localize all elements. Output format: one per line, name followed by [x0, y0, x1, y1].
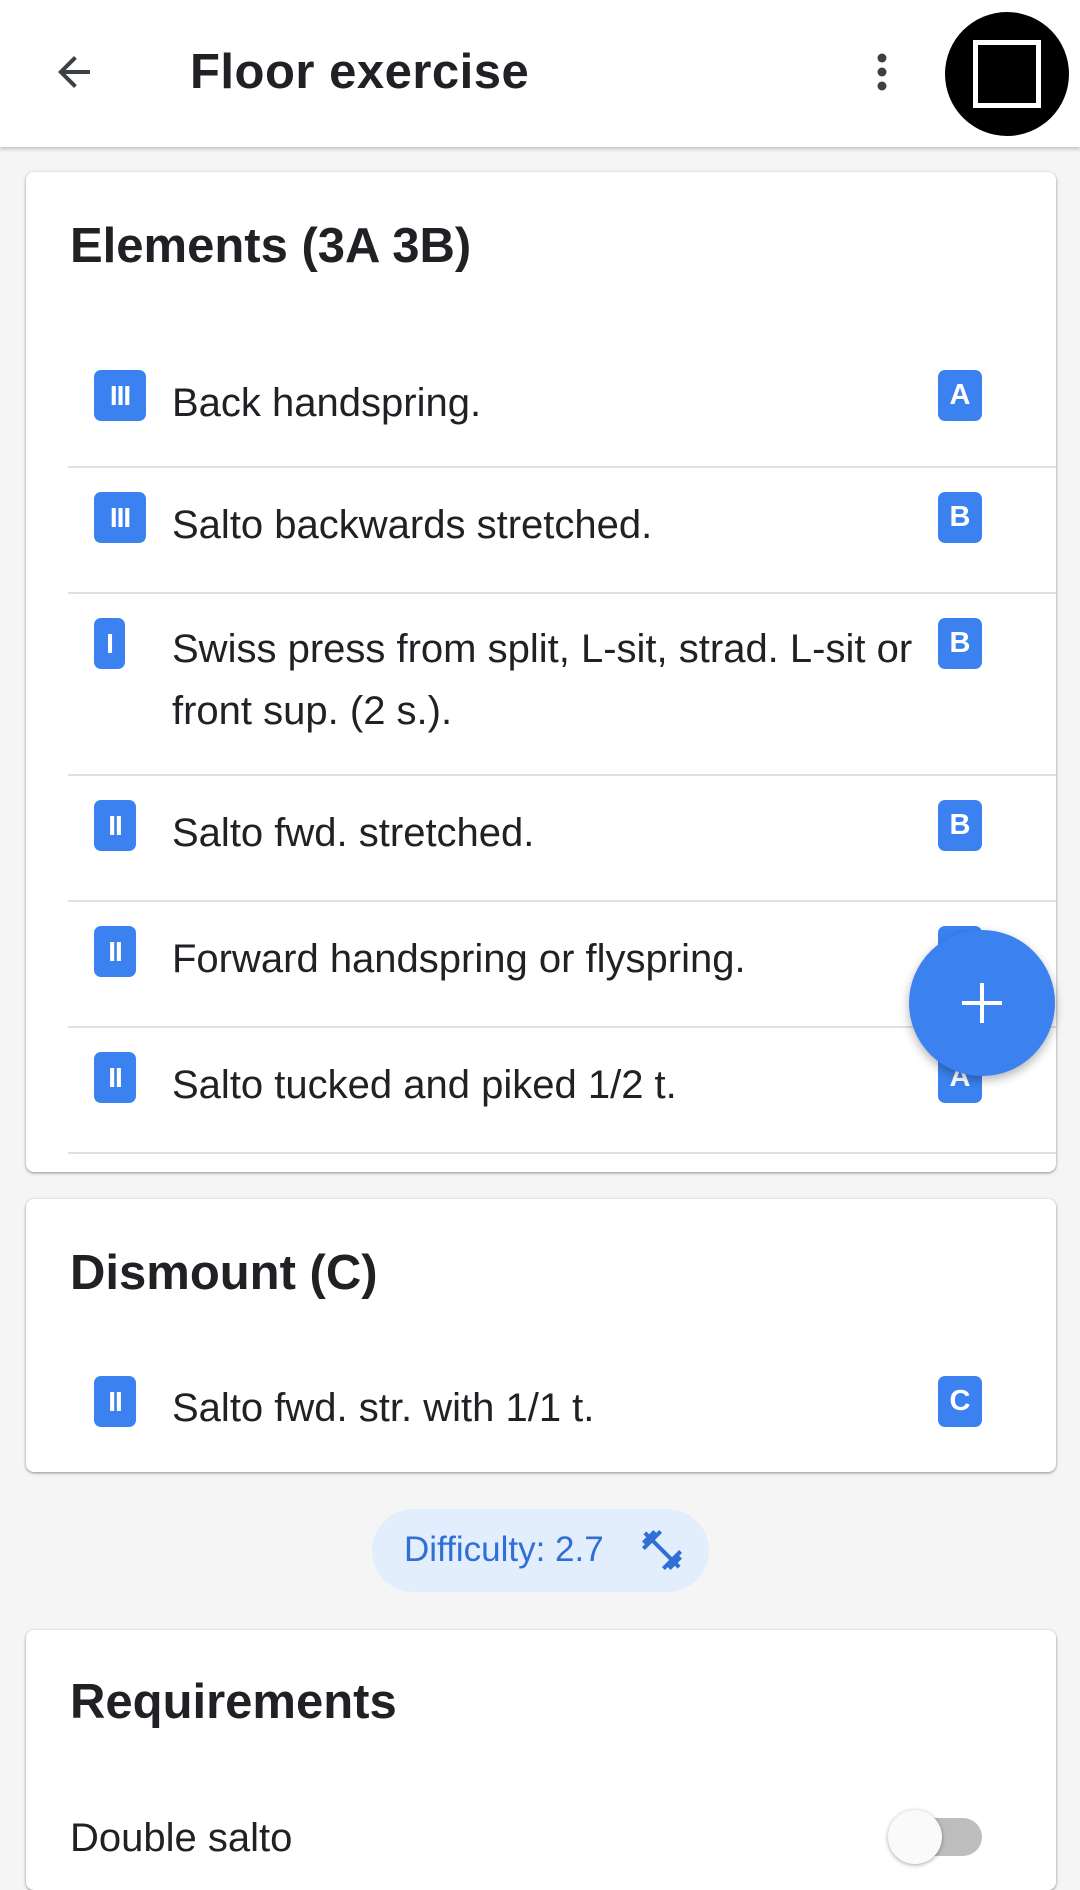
element-text: Salto backwards stretched.: [172, 503, 653, 547]
requirements-card-title: Requirements: [70, 1675, 397, 1729]
fitness-dumbbell-icon: [642, 1530, 682, 1570]
requirement-label: Double salto: [70, 1816, 293, 1860]
app-bar: Floor exercise: [0, 0, 1080, 147]
page-title: Floor exercise: [190, 45, 530, 99]
difficulty-label: Difficulty: 2.7: [404, 1530, 604, 1569]
group-badge: II: [94, 1052, 136, 1103]
back-button[interactable]: [38, 36, 110, 108]
element-row[interactable]: II Salto tucked and piked 1/2 t. A: [68, 1028, 1056, 1154]
dismount-row[interactable]: II Salto fwd. str. with 1/1 t. C: [68, 1346, 1056, 1472]
element-row[interactable]: I Swiss press from split, L-sit, strad. …: [68, 594, 1056, 776]
element-row[interactable]: II Salto fwd. stretched. B: [68, 776, 1056, 902]
group-badge: II: [94, 800, 136, 851]
level-badge: B: [938, 800, 982, 851]
element-text: Forward handspring or flyspring.: [172, 937, 746, 981]
group-badge: II: [94, 1376, 136, 1427]
dismount-card: Dismount (C) II Salto fwd. str. with 1/1…: [26, 1199, 1056, 1472]
element-text: Salto tucked and piked 1/2 t.: [172, 1063, 677, 1107]
element-text: Back handspring.: [172, 381, 482, 425]
more-vert-icon: [877, 53, 887, 91]
level-badge: B: [938, 492, 982, 543]
double-salto-toggle[interactable]: [888, 1810, 982, 1864]
element-row[interactable]: II Forward handspring or flyspring. A: [68, 902, 1056, 1028]
add-element-button[interactable]: [909, 930, 1055, 1076]
element-text: Salto fwd. stretched.: [172, 811, 535, 855]
group-badge: II: [94, 926, 136, 977]
elements-card: Elements (3A 3B) III Back handspring. A …: [26, 172, 1056, 1172]
avatar-square-icon: [970, 37, 1044, 111]
dismount-card-title: Dismount (C): [70, 1246, 378, 1300]
element-row[interactable]: III Back handspring. A: [68, 340, 1056, 468]
plus-icon: [962, 983, 1002, 1023]
group-badge: III: [94, 492, 146, 543]
elements-card-title: Elements (3A 3B): [70, 219, 472, 273]
group-badge: I: [94, 618, 125, 669]
level-badge: B: [938, 618, 982, 669]
more-options-button[interactable]: [852, 40, 912, 104]
level-badge: A: [938, 370, 982, 421]
group-badge: III: [94, 370, 146, 421]
element-row[interactable]: III Salto backwards stretched. B: [68, 468, 1056, 594]
level-badge: C: [938, 1376, 982, 1427]
element-text: Swiss press from split, L-sit, strad. L-…: [172, 627, 913, 733]
difficulty-chip[interactable]: Difficulty: 2.7: [372, 1509, 709, 1592]
dismount-text: Salto fwd. str. with 1/1 t.: [172, 1386, 595, 1430]
arrow-back-icon: [58, 56, 90, 88]
profile-avatar-button[interactable]: [945, 12, 1069, 136]
